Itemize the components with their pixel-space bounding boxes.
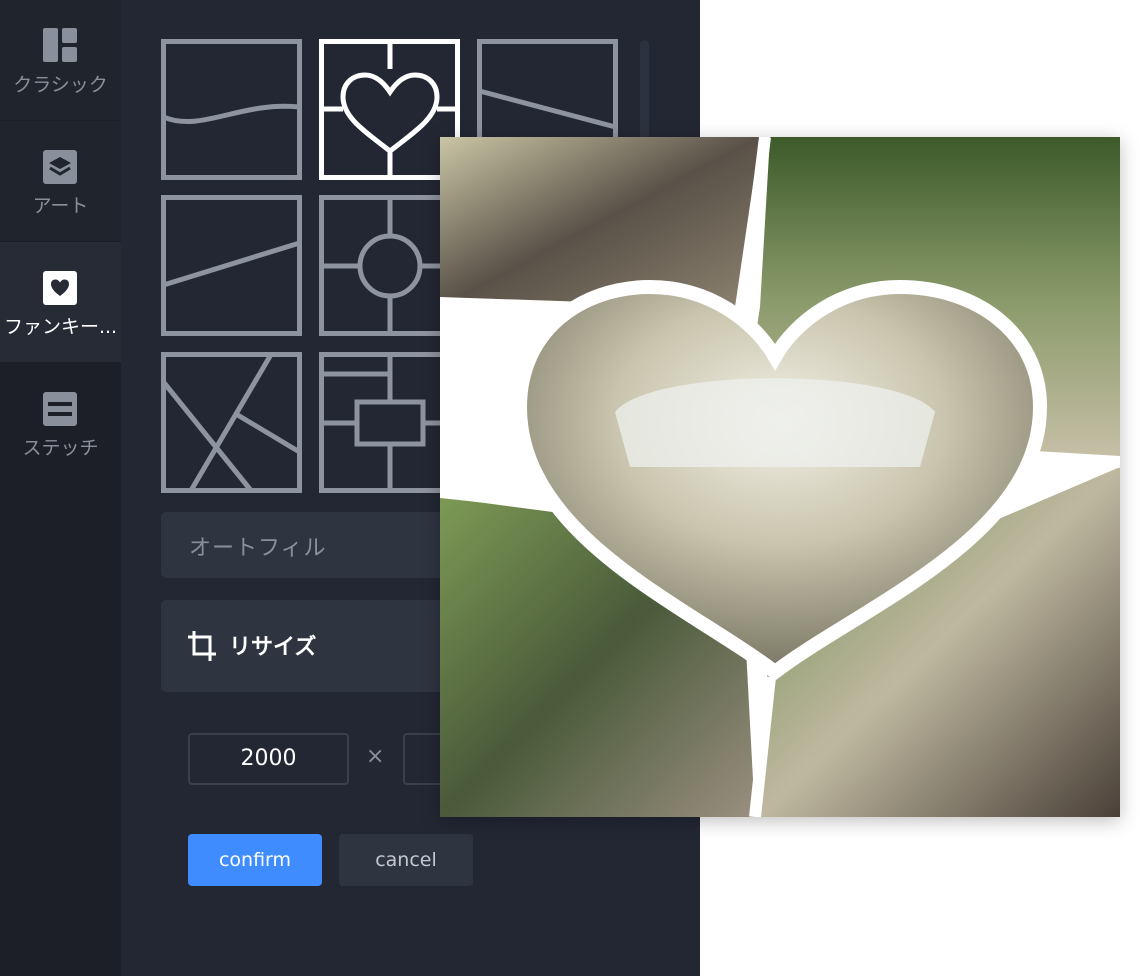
rail-item-funky[interactable]: ファンキー... [0,242,121,362]
rail-item-label: ファンキー... [3,316,118,338]
template-angled[interactable] [161,352,302,493]
dimension-separator: × [366,744,385,769]
rail-item-label: クラシック [13,74,108,96]
rail-item-label: アート [32,195,89,217]
template-wave[interactable] [161,39,302,180]
stitch-icon [43,392,77,426]
confirm-button[interactable]: confirm [188,834,322,886]
autofill-button[interactable]: オートフィル [161,512,481,578]
rail-item-label: ステッチ [22,437,99,459]
rail-item-classic[interactable]: クラシック [0,0,121,120]
resize-section[interactable]: リサイズ [161,600,481,692]
crop-icon [188,631,216,661]
collage-preview[interactable] [440,137,1120,817]
rail-item-art[interactable]: アート [0,121,121,241]
width-input[interactable]: 2000 [188,733,349,785]
template-grid-center[interactable] [319,352,460,493]
category-rail: クラシック アート ファンキー... ステッチ [0,0,121,976]
classic-layout-icon [43,28,77,62]
template-heart[interactable] [319,39,460,180]
photo-top-left[interactable] [440,137,760,307]
template-diagonal[interactable] [161,195,302,336]
cancel-button[interactable]: cancel [339,834,473,886]
layers-icon [43,150,77,184]
car-window-shape [615,378,935,467]
template-circle[interactable] [319,195,460,336]
rail-item-stitch[interactable]: ステッチ [0,363,121,483]
autofill-label: オートフィル [189,536,327,561]
resize-label: リサイズ [229,635,317,660]
heart-icon [43,271,77,305]
